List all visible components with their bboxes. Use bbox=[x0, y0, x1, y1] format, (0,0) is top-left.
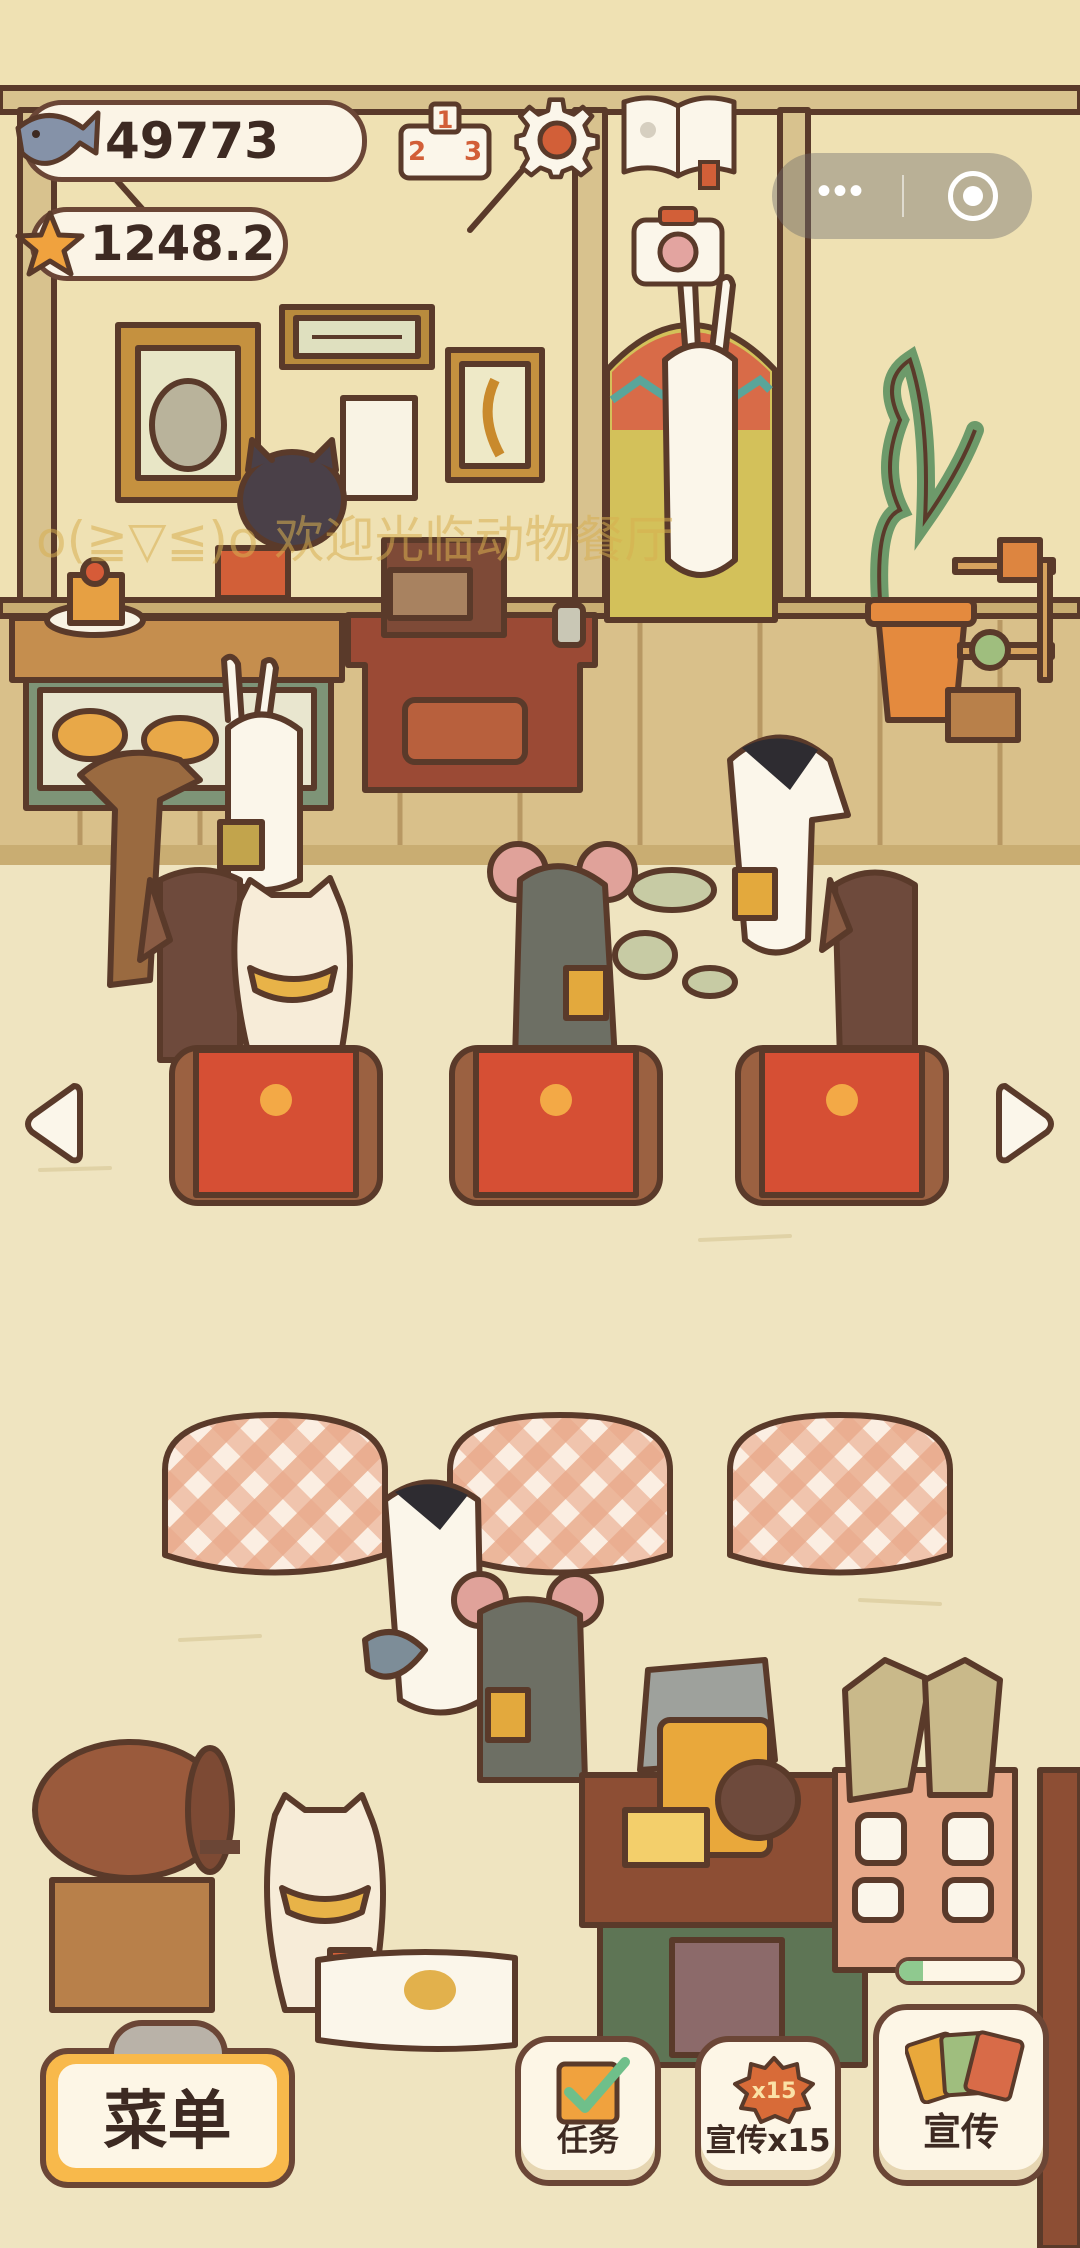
ranking-icon[interactable]: 1 2 3 bbox=[397, 96, 493, 186]
rabbit-icon bbox=[662, 272, 738, 578]
rabbit-icon bbox=[217, 653, 303, 893]
fish-icon bbox=[15, 110, 101, 166]
star-count: 1248.2 bbox=[90, 216, 276, 272]
target-icon[interactable] bbox=[948, 171, 998, 221]
tasks-button[interactable]: 任务 bbox=[515, 2036, 661, 2186]
barrel-icon bbox=[32, 1739, 240, 2013]
fish-count: 49773 bbox=[105, 112, 279, 170]
welcome-banner: o(≧▽≦)o 欢迎光临动物餐厅 bbox=[36, 511, 675, 569]
brown-dog-icon bbox=[137, 867, 243, 1063]
camera-icon[interactable] bbox=[630, 202, 726, 290]
mouse-icon bbox=[487, 841, 638, 1063]
arrow-right-icon[interactable] bbox=[995, 1078, 1059, 1170]
menu-bell-handle bbox=[108, 2020, 228, 2054]
capsule-divider bbox=[902, 175, 904, 217]
promotion-cards-icon bbox=[905, 2030, 1025, 2104]
white-dog-icon bbox=[231, 875, 353, 1063]
sofa-icon bbox=[169, 1045, 383, 1206]
settings-gear-icon[interactable] bbox=[512, 96, 602, 186]
characters-layer bbox=[32, 272, 1080, 2248]
star-icon bbox=[15, 210, 85, 277]
calico-cat-icon bbox=[315, 1948, 518, 2052]
promote-badge-text: x15 bbox=[752, 2079, 797, 2104]
svg-text:3: 3 bbox=[464, 137, 482, 167]
promote-label: 宣传 bbox=[922, 2110, 999, 2154]
dining-table-icon bbox=[727, 1412, 953, 1576]
svg-text:1: 1 bbox=[437, 106, 454, 134]
book-icon[interactable] bbox=[618, 92, 740, 190]
promote-button[interactable]: 宣传 bbox=[873, 2004, 1049, 2186]
dining-table-icon bbox=[162, 1412, 388, 1576]
sofa-icon bbox=[449, 1045, 663, 1206]
svg-text:2: 2 bbox=[408, 137, 426, 167]
promote-x15-label: 宣传x15 bbox=[705, 2123, 831, 2159]
more-options-button[interactable]: ••• bbox=[806, 171, 876, 215]
tasks-label: 任务 bbox=[557, 2123, 619, 2159]
brown-dog-icon bbox=[819, 869, 918, 1063]
promotion-progress-fill bbox=[899, 1961, 924, 1981]
arrow-left-icon[interactable] bbox=[20, 1078, 84, 1170]
menu-button[interactable]: 菜单 bbox=[40, 2020, 295, 2188]
dining-table-icon bbox=[447, 1412, 673, 1576]
promotion-progress-bar bbox=[895, 1957, 1025, 1985]
mini-program-capsule: ••• bbox=[772, 153, 1032, 239]
menu-label: 菜单 bbox=[58, 2064, 277, 2168]
sofa-icon bbox=[735, 1045, 949, 1206]
promote-x15-button[interactable]: x15 宣传x15 bbox=[695, 2036, 841, 2186]
